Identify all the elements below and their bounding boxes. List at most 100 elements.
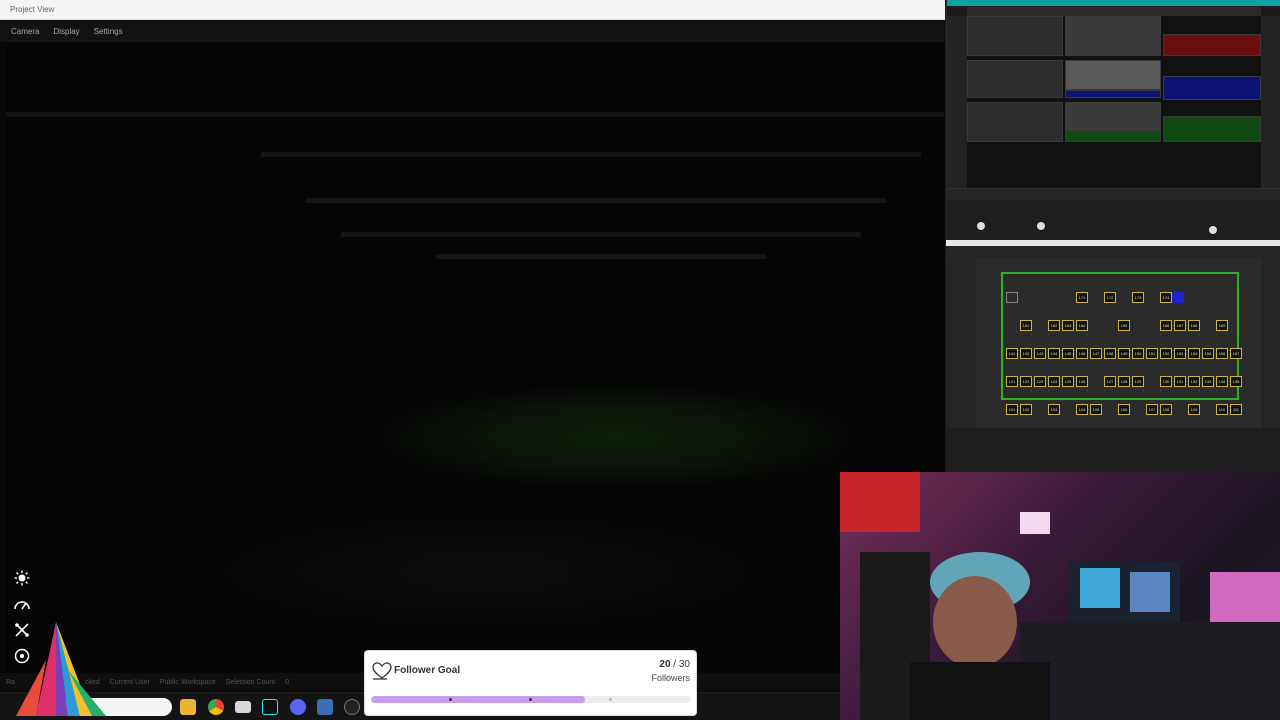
fixture-101[interactable]: 101 — [1006, 404, 1018, 415]
fixture-128[interactable]: 128 — [1118, 376, 1130, 387]
fixture-133[interactable]: 133 — [1202, 376, 1214, 387]
fixture-149[interactable]: 149 — [1118, 348, 1130, 359]
playback-cell[interactable] — [967, 16, 1063, 56]
fixture-172[interactable]: 172 — [1104, 292, 1116, 303]
fixture-150[interactable]: 150 — [1132, 348, 1144, 359]
layout-right-toolbar — [1262, 258, 1280, 428]
fixture-104[interactable]: 104 — [1076, 404, 1088, 415]
playback-cell-green[interactable] — [1163, 116, 1261, 142]
fixture-126[interactable]: 126 — [1076, 376, 1088, 387]
discord-icon[interactable] — [290, 699, 306, 715]
speedometer-icon[interactable] — [12, 594, 32, 614]
fixture-142[interactable]: 142 — [1020, 348, 1032, 359]
fixture-123[interactable]: 123 — [1034, 376, 1046, 387]
fixture-134[interactable]: 134 — [1216, 376, 1228, 387]
fixture-105[interactable]: 105 — [1090, 404, 1102, 415]
fixture-166[interactable]: 166 — [1160, 320, 1172, 331]
fixture-146[interactable]: 146 — [1076, 348, 1088, 359]
fixture-selected[interactable] — [1172, 292, 1184, 303]
console-screen — [1080, 568, 1120, 608]
file-explorer-icon[interactable] — [180, 699, 196, 715]
tiktok-icon[interactable] — [262, 699, 278, 715]
playback-toolbar — [947, 188, 1280, 200]
fixture-155[interactable]: 155 — [1202, 348, 1214, 359]
fixture-173[interactable]: 173 — [1132, 292, 1144, 303]
playback-cell[interactable] — [967, 60, 1063, 98]
3d-viewport[interactable] — [6, 42, 944, 672]
menu-settings[interactable]: Settings — [91, 25, 126, 38]
project-view-window: Project View Camera Display Settings Ra … — [0, 0, 946, 692]
fixture-153[interactable]: 153 — [1174, 348, 1186, 359]
fixture-132[interactable]: 132 — [1188, 376, 1200, 387]
fader-knob[interactable] — [977, 222, 985, 230]
fixture-154[interactable]: 154 — [1188, 348, 1200, 359]
fixture-141[interactable]: 141 — [1006, 348, 1018, 359]
fixture-168[interactable]: 168 — [1188, 320, 1200, 331]
fixture-109[interactable]: 109 — [1188, 404, 1200, 415]
fixture-135[interactable]: 135 — [1230, 376, 1242, 387]
goal-count: 20 / 30 — [659, 659, 690, 670]
fixture-152[interactable]: 152 — [1160, 348, 1172, 359]
fader-knob[interactable] — [1209, 226, 1217, 234]
fixture-167[interactable]: 167 — [1174, 320, 1186, 331]
status-current-user: Current User — [109, 678, 150, 686]
app-icon[interactable] — [317, 699, 333, 715]
fixture-148[interactable]: 148 — [1104, 348, 1116, 359]
playback-cell[interactable] — [1065, 16, 1161, 56]
lighting-console — [1020, 622, 1280, 720]
chrome-icon[interactable] — [208, 699, 224, 715]
playback-cell[interactable] — [1065, 102, 1161, 130]
fixture-121[interactable]: 121 — [1006, 376, 1018, 387]
fixture-171[interactable]: 171 — [1076, 292, 1088, 303]
menu-display[interactable]: Display — [50, 25, 82, 38]
playback-cell-green[interactable] — [1065, 130, 1161, 142]
fixture-106[interactable]: 106 — [1118, 404, 1130, 415]
fixture-111[interactable]: 111 — [1230, 404, 1242, 415]
left-toolbar — [947, 16, 967, 188]
playback-cell[interactable] — [1065, 60, 1161, 90]
fixture-163[interactable]: 163 — [1062, 320, 1074, 331]
fixture-164[interactable]: 164 — [1076, 320, 1088, 331]
fixture-147[interactable]: 147 — [1090, 348, 1102, 359]
fixture-108[interactable]: 108 — [1160, 404, 1172, 415]
fixture-165[interactable]: 165 — [1118, 320, 1130, 331]
blurred-stage-logo — [386, 387, 846, 487]
fixture-empty-slot[interactable] — [1006, 292, 1018, 303]
console-screen — [1130, 572, 1170, 612]
fixture-103[interactable]: 103 — [1048, 404, 1060, 415]
mail-icon[interactable] — [235, 701, 251, 713]
fixture-131[interactable]: 131 — [1174, 376, 1186, 387]
fixture-174[interactable]: 174 — [1160, 292, 1172, 303]
fixture-156[interactable]: 156 — [1216, 348, 1228, 359]
fixture-145[interactable]: 145 — [1062, 348, 1074, 359]
playback-cell-blue[interactable] — [1065, 90, 1161, 98]
fixture-125[interactable]: 125 — [1062, 376, 1074, 387]
fixture-143[interactable]: 143 — [1034, 348, 1046, 359]
menu-camera[interactable]: Camera — [8, 25, 42, 38]
fixture-124[interactable]: 124 — [1048, 376, 1060, 387]
fixture-110[interactable]: 110 — [1216, 404, 1228, 415]
playback-cell-blue[interactable] — [1163, 76, 1261, 100]
app-icon[interactable] — [344, 699, 360, 715]
fixture-151[interactable]: 151 — [1146, 348, 1158, 359]
fixture-130[interactable]: 130 — [1160, 376, 1172, 387]
fixture-122[interactable]: 122 — [1020, 376, 1032, 387]
fixture-144[interactable]: 144 — [1048, 348, 1060, 359]
brightness-icon[interactable] — [12, 568, 32, 588]
fader-knob[interactable] — [1037, 222, 1045, 230]
fixture-162[interactable]: 162 — [1048, 320, 1060, 331]
playback-cell[interactable] — [967, 102, 1063, 142]
fixture-107[interactable]: 107 — [1146, 404, 1158, 415]
status-selection-count: 0 — [285, 678, 290, 686]
fixture-169[interactable]: 169 — [1216, 320, 1228, 331]
fixture-161[interactable]: 161 — [1020, 320, 1032, 331]
playback-cell-red[interactable] — [1163, 34, 1261, 56]
fixture-127[interactable]: 127 — [1104, 376, 1116, 387]
fixture-157[interactable]: 157 — [1230, 348, 1242, 359]
goal-target: 30 — [678, 659, 690, 670]
fixture-129[interactable]: 129 — [1132, 376, 1144, 387]
goal-separator: / — [670, 659, 679, 670]
fixture-layout-canvas[interactable]: 171 172 173 174 161 162 163 164 165 166 167 168 169 1… — [976, 258, 1262, 428]
fixture-102[interactable]: 102 — [1020, 404, 1032, 415]
screen: Project View Camera Display Settings Ra … — [0, 0, 1280, 720]
